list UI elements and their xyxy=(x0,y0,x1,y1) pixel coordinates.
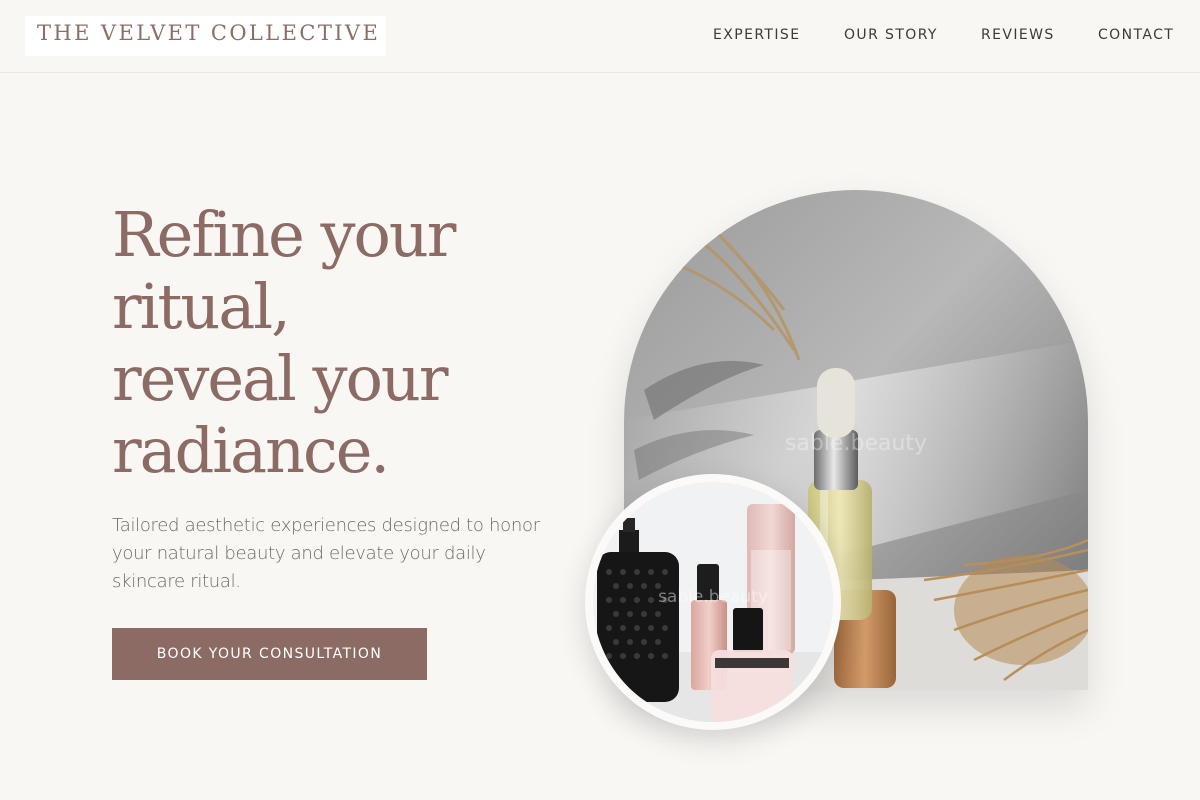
perfume-bottles-image: sable.beauty xyxy=(585,474,841,730)
nav-link-reviews[interactable]: REVIEWS xyxy=(981,27,1055,43)
site-header: THE VELVET COLLECTIVE EXPERTISE OUR STOR… xyxy=(0,0,1200,73)
arch-watermark: sable.beauty xyxy=(785,431,927,456)
headline-line: reveal your xyxy=(112,342,448,415)
headline-line: radiance. xyxy=(112,414,390,487)
brand-name: THE VELVET COLLECTIVE xyxy=(37,21,381,45)
headline-line: ritual, xyxy=(112,270,291,343)
nav-link-expertise[interactable]: EXPERTISE xyxy=(713,27,800,43)
hero-headline: Refine your ritual, reveal your radiance… xyxy=(112,198,456,487)
logo[interactable]: THE VELVET COLLECTIVE xyxy=(25,16,386,56)
book-consultation-button[interactable]: BOOK YOUR CONSULTATION xyxy=(112,628,427,680)
nav-link-contact[interactable]: CONTACT xyxy=(1098,27,1174,43)
hero-subtext: Tailored aesthetic experiences designed … xyxy=(112,515,540,592)
nav-link-our-story[interactable]: OUR STORY xyxy=(844,27,938,43)
perfume-bottles-illustration: sable.beauty xyxy=(593,482,833,722)
circle-watermark: sable.beauty xyxy=(658,587,768,607)
perfume-bottles-frame: sable.beauty xyxy=(593,482,833,722)
headline-line: Refine your xyxy=(112,198,456,271)
